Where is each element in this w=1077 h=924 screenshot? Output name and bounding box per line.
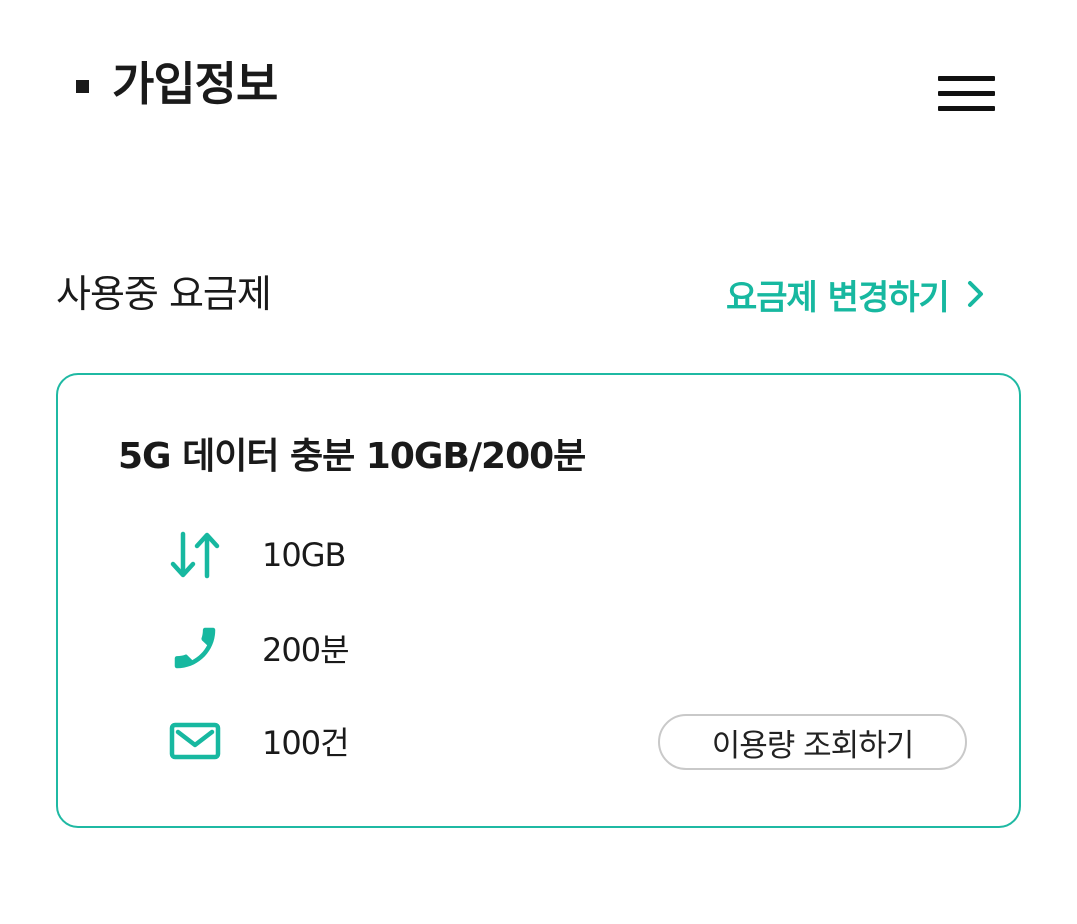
title-bullet-icon bbox=[76, 80, 89, 93]
chevron-right-icon bbox=[967, 281, 983, 307]
menu-button[interactable] bbox=[930, 70, 1002, 118]
message-allowance-value: 100건 bbox=[262, 724, 350, 762]
page-title: 가입정보 bbox=[112, 57, 278, 111]
section-title: 사용중 요금제 bbox=[56, 272, 272, 316]
plan-card: 5G 데이터 충분 10GB/200분 10GB 200분 100건 이용량 조… bbox=[56, 373, 1021, 828]
view-usage-button[interactable]: 이용량 조회하기 bbox=[658, 714, 967, 770]
hamburger-menu-icon-line bbox=[938, 106, 995, 111]
hamburger-menu-icon bbox=[938, 76, 995, 81]
plan-name: 5G 데이터 충분 10GB/200분 bbox=[118, 436, 586, 477]
page-header: 가입정보 bbox=[0, 0, 1077, 170]
mail-icon bbox=[166, 713, 224, 769]
data-allowance-row: 10GB bbox=[166, 527, 346, 583]
hamburger-menu-icon-line bbox=[938, 91, 995, 96]
call-allowance-value: 200분 bbox=[262, 631, 350, 669]
data-allowance-value: 10GB bbox=[262, 536, 346, 574]
change-plan-link[interactable]: 요금제 변경하기 bbox=[726, 266, 987, 322]
message-allowance-row: 100건 bbox=[166, 713, 350, 769]
page: 가입정보 사용중 요금제 요금제 변경하기 5G 데이터 충분 10GB/200… bbox=[0, 0, 1077, 924]
call-allowance-row: 200분 bbox=[166, 620, 350, 676]
phone-icon bbox=[166, 620, 224, 676]
data-transfer-arrows-icon bbox=[166, 527, 224, 583]
change-plan-label: 요금제 변경하기 bbox=[726, 277, 950, 318]
